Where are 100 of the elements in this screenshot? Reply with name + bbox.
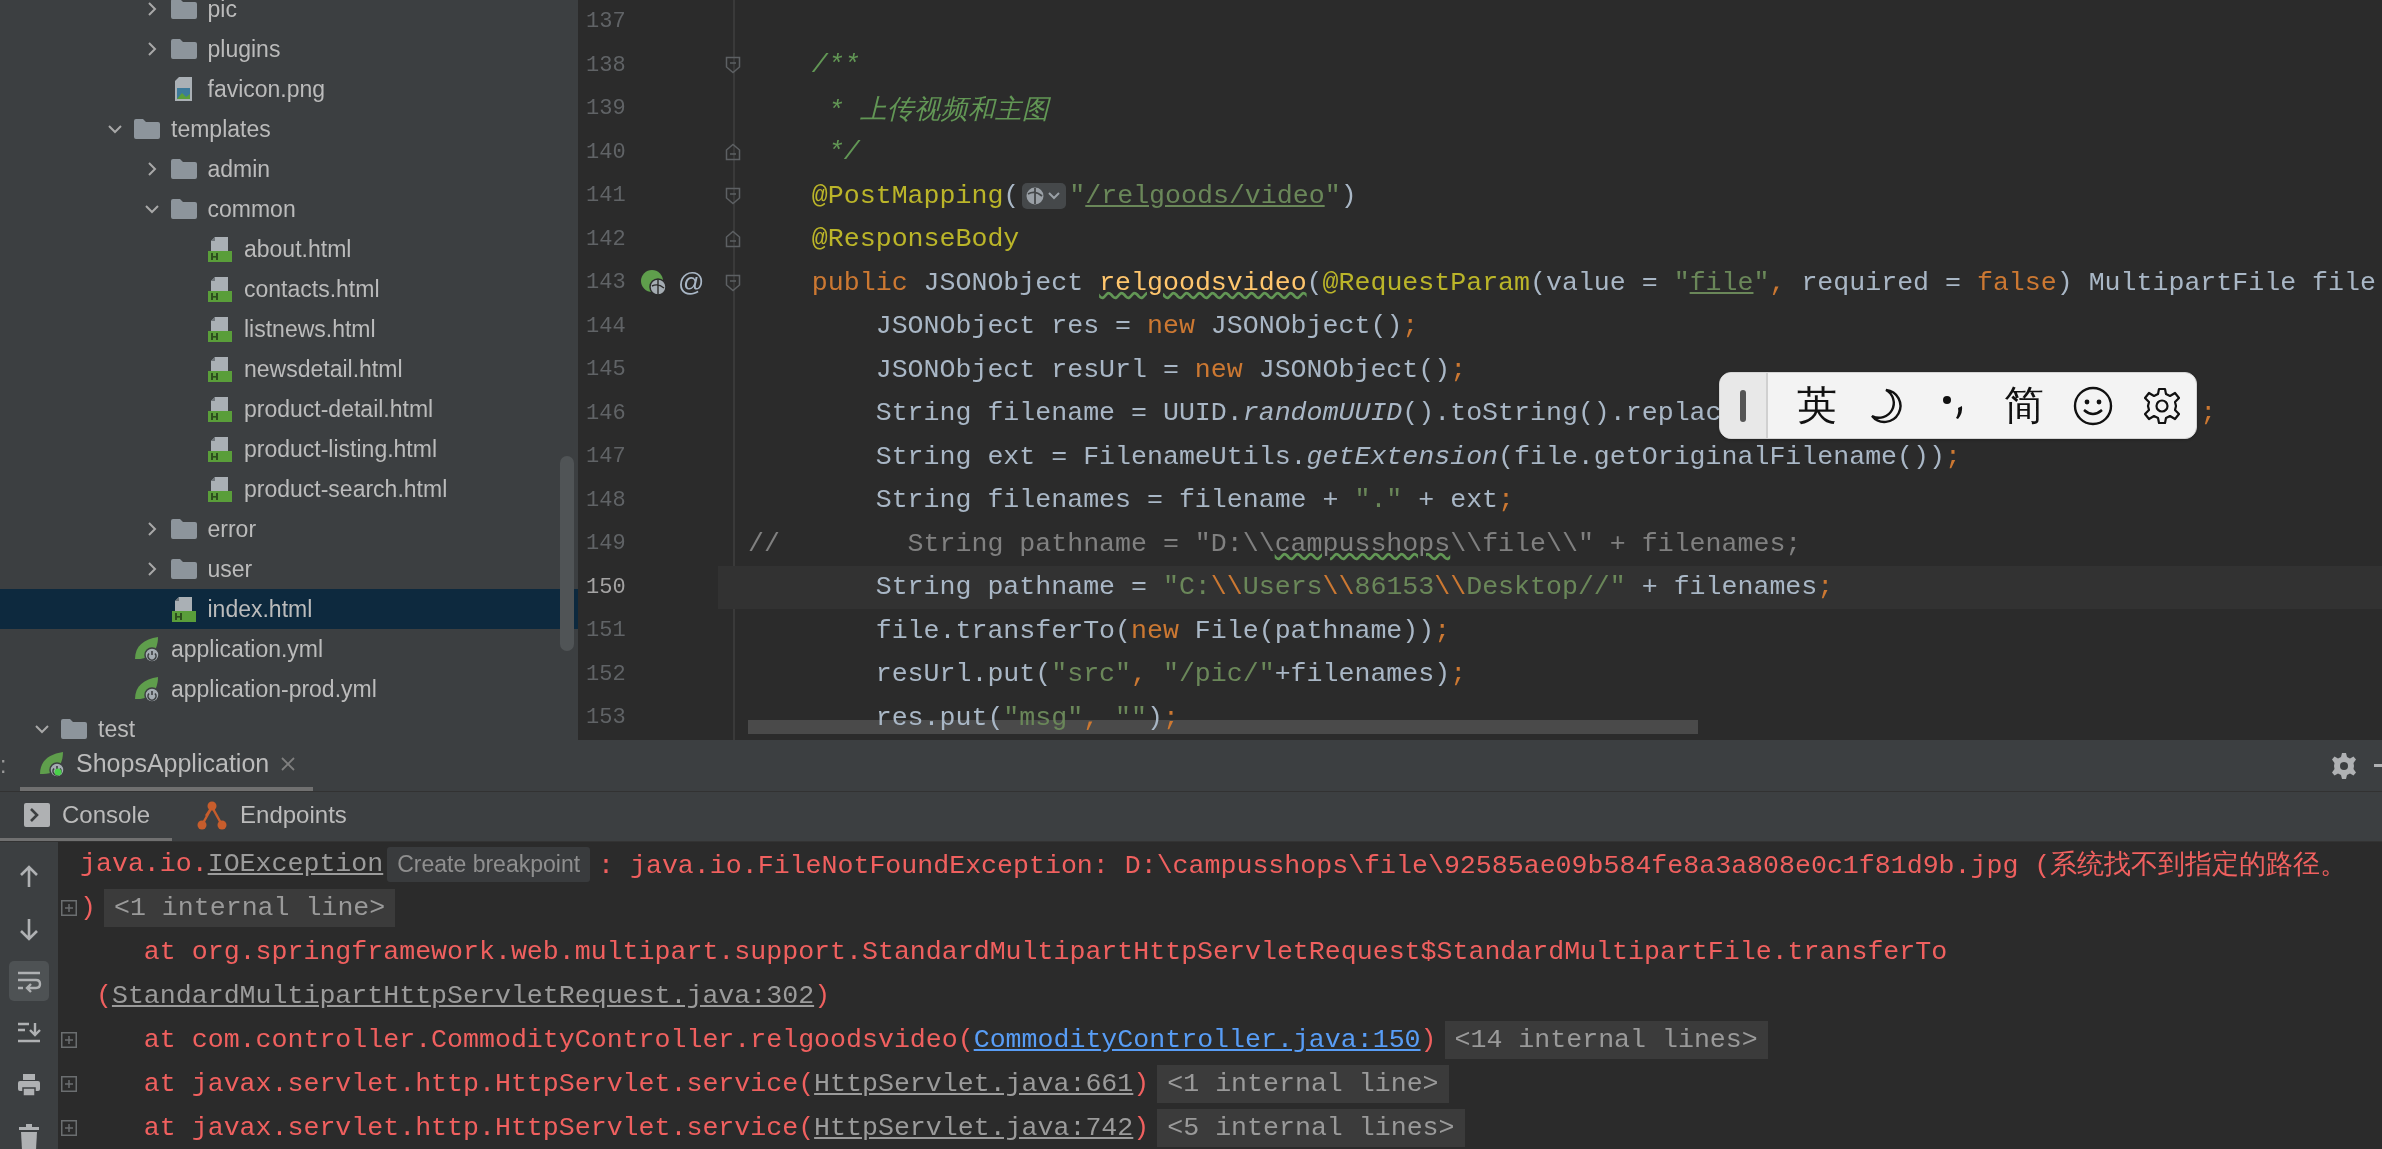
tree-item[interactable]: index.html (0, 589, 578, 629)
minimize-icon[interactable] (2374, 763, 2382, 768)
tooltip: Create breakpoint (387, 846, 591, 882)
folder-icon (60, 718, 88, 740)
folded-lines-chip[interactable]: <5 internal lines> (1157, 1109, 1465, 1147)
leaf-globe-icon[interactable] (640, 268, 668, 297)
tree-item[interactable]: application-prod.yml (0, 669, 578, 709)
tree-item[interactable]: plugins (0, 29, 578, 69)
tree-item[interactable]: test (0, 709, 578, 740)
html-file-icon (206, 315, 234, 343)
tree-item[interactable]: about.html (0, 229, 578, 269)
tree-item[interactable]: listnews.html (0, 309, 578, 349)
file-name: application-prod.yml (171, 675, 377, 703)
tree-item[interactable]: common (0, 189, 578, 229)
folder-name: admin (207, 155, 271, 183)
tree-item[interactable]: product-listing.html (0, 429, 578, 469)
tree-item[interactable]: application.yml (0, 629, 578, 669)
code-line: file.transferTo(new File(pathname)); (874, 615, 1451, 646)
gutter-mark[interactable]: @ (678, 267, 705, 299)
printer-icon (15, 1071, 43, 1099)
tree-item[interactable]: pic (0, 0, 578, 29)
code-line: String pathname = "C:\\Users\\86153\\Desktop//" + filenames; (874, 572, 1834, 603)
line-number: 137 (585, 9, 627, 35)
error-text: at javax.servlet.http.HttpServlet.service( (142, 1069, 815, 1099)
expand-icon[interactable] (61, 1032, 77, 1048)
line-number: 146 (585, 400, 627, 426)
folder-icon (169, 158, 198, 180)
code-line: resUrl.put("src", "/pic/"+filenames); (874, 659, 1467, 690)
file-link[interactable]: IOException (207, 849, 384, 879)
file-link[interactable]: CommodityController.java:150 (973, 1025, 1421, 1055)
code-line: @PostMapping( (810, 180, 1020, 211)
folder-name: user (207, 555, 253, 583)
expand-icon[interactable] (61, 1076, 77, 1092)
console-icon (24, 803, 50, 827)
smiley-icon[interactable] (2071, 384, 2114, 427)
close-icon[interactable] (279, 754, 298, 773)
code-line: public JSONObject relgoodsvideo(@RequestParam(value = "file", required = false) MultipartFile file (810, 267, 2376, 298)
error-text: at org.springframework.web.multipart.support.StandardMultipartHttpServletRequest$StandardMultipartFile.transferTo (142, 937, 1948, 967)
folded-lines-chip[interactable]: <14 internal lines> (1444, 1021, 1768, 1059)
line-number: 147 (585, 444, 627, 470)
html-file-icon (206, 395, 234, 423)
folder-name: templates (171, 115, 271, 143)
expand-icon[interactable] (61, 1120, 77, 1136)
error-text: ) (1133, 1113, 1150, 1143)
tree-item[interactable]: templates (0, 109, 578, 149)
file-link[interactable]: StandardMultipartHttpServletRequest.java:302 (111, 981, 815, 1011)
fold-marker-icon[interactable] (725, 143, 741, 162)
folder-name: pic (207, 0, 237, 23)
fold-marker-icon[interactable] (725, 230, 741, 249)
file-name: contacts.html (244, 275, 380, 303)
line-number: 144 (585, 313, 627, 339)
code-line: * 上传视频和主图 (826, 94, 1049, 127)
error-text: at javax.servlet.http.HttpServlet.service( (142, 1113, 815, 1143)
console-tab[interactable]: Console (0, 792, 173, 841)
file-name: favicon.png (207, 75, 326, 103)
globe-dropdown-icon[interactable] (1022, 182, 1067, 209)
file-name: listnews.html (244, 315, 376, 343)
tree-item[interactable]: error (0, 509, 578, 549)
tree-item[interactable]: product-detail.html (0, 389, 578, 429)
file-name: about.html (244, 235, 352, 263)
html-file-icon (206, 235, 234, 263)
mode-toggle[interactable]: 简 (2003, 378, 2044, 433)
folder-name: plugins (207, 35, 281, 63)
mode-toggle[interactable]: 英 (1796, 378, 1837, 433)
folder-icon (169, 558, 198, 580)
leaf-icon (133, 675, 161, 703)
line-number: 141 (585, 183, 627, 209)
tree-item[interactable]: favicon.png (0, 69, 578, 109)
file-name: product-search.html (244, 475, 448, 503)
fold-marker-icon[interactable] (725, 186, 741, 205)
settings-icon[interactable] (2141, 385, 2182, 426)
tree-item[interactable]: contacts.html (0, 269, 578, 309)
tree-item[interactable]: admin (0, 149, 578, 189)
error-text: ( (94, 981, 112, 1011)
fold-marker-icon[interactable] (725, 56, 741, 75)
fold-marker-icon[interactable] (725, 273, 741, 292)
tree-item[interactable]: user (0, 549, 578, 589)
panel-label: : (0, 751, 8, 780)
console-tab[interactable]: Endpoints (172, 792, 369, 841)
code-line: @ResponseBody (810, 224, 1020, 255)
tab-title: ShopsApplication (76, 749, 270, 778)
line-number: 150 (585, 574, 627, 600)
scrollbar[interactable] (560, 456, 574, 651)
error-text: ) (1133, 1069, 1150, 1099)
tree-item[interactable]: newsdetail.html (0, 349, 578, 389)
folded-lines-chip[interactable]: <1 internal line> (103, 889, 396, 927)
file-link[interactable]: HttpServlet.java:742 (814, 1113, 1134, 1143)
leaf-icon (133, 635, 161, 663)
code-line: String ext = FilenameUtils.getExtension(file.getOriginalFilename()); (874, 441, 1961, 472)
file-link[interactable]: HttpServlet.java:661 (814, 1069, 1134, 1099)
grip-handle-icon[interactable] (1739, 388, 1747, 423)
folded-lines-chip[interactable]: <1 internal line> (1157, 1065, 1449, 1103)
line-number: 138 (585, 52, 627, 78)
expand-icon[interactable] (61, 900, 77, 916)
file-name: product-listing.html (244, 435, 438, 463)
tree-item[interactable]: product-search.html (0, 469, 578, 509)
leaf-icon (38, 749, 66, 778)
soft-wrap-button[interactable] (9, 961, 49, 1001)
error-text: ) (814, 981, 831, 1011)
line-number: 152 (585, 661, 627, 687)
